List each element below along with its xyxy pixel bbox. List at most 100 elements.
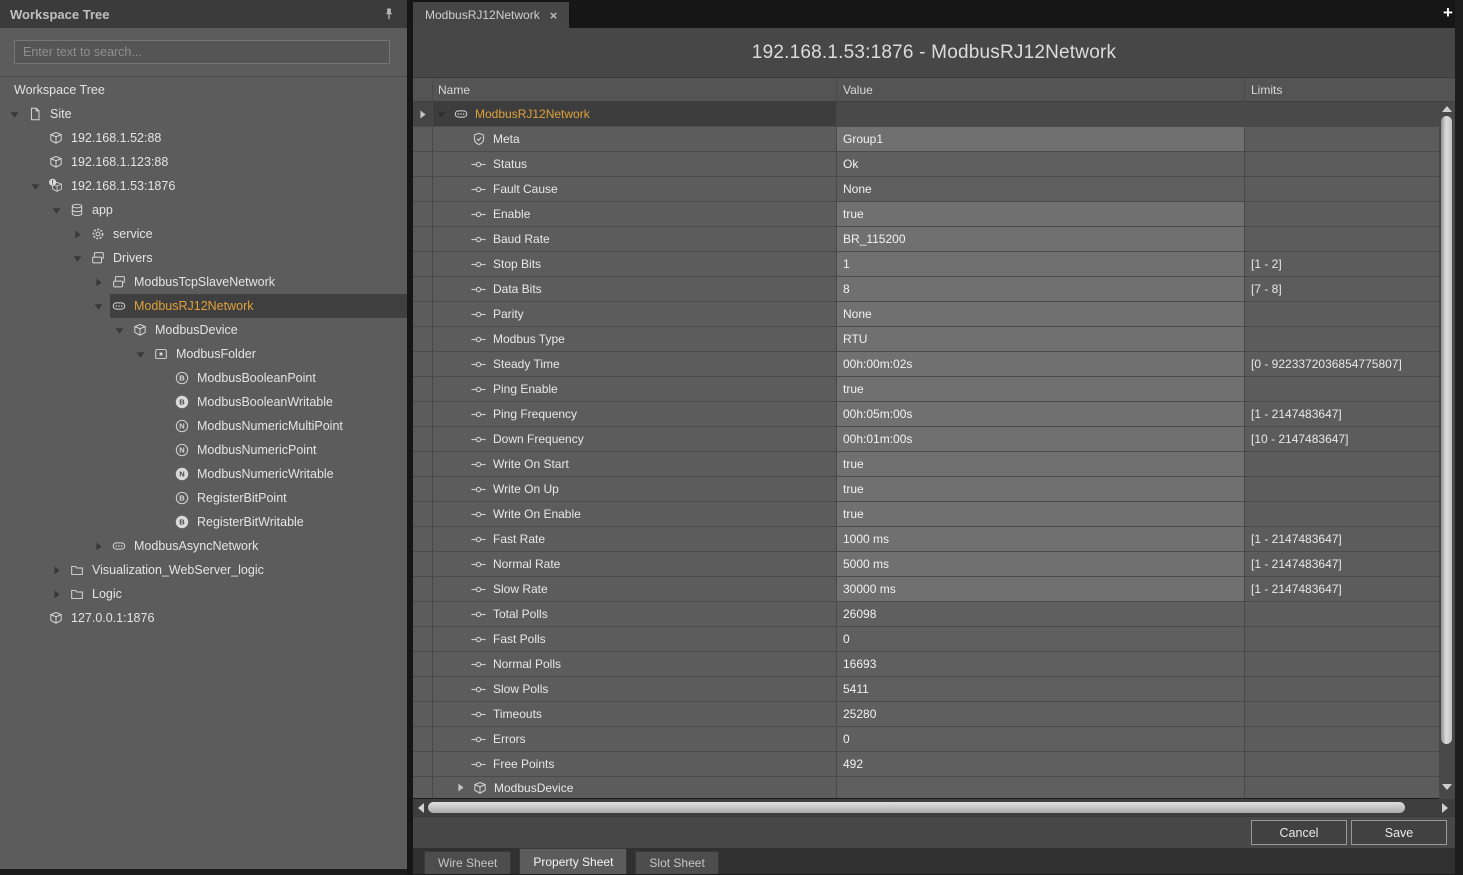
tree-item-127-0-0-1-1876[interactable]: 127.0.0.1:1876	[0, 606, 407, 630]
property-row-enable[interactable]: Enabletrue	[413, 202, 1439, 227]
chevron-right-icon[interactable]	[92, 541, 104, 551]
scroll-left-icon[interactable]	[418, 803, 424, 813]
property-row-slow-polls[interactable]: Slow Polls5411	[413, 677, 1439, 702]
value-cell[interactable]: true	[837, 502, 1245, 526]
property-row-total-polls[interactable]: Total Polls26098	[413, 602, 1439, 627]
tree-item-modbusnumericmultipoint[interactable]: NModbusNumericMultiPoint	[0, 414, 407, 438]
property-row-baud-rate[interactable]: Baud RateBR_115200	[413, 227, 1439, 252]
property-row-parity[interactable]: ParityNone	[413, 302, 1439, 327]
property-row-slow-rate[interactable]: Slow Rate30000 ms[1 - 2147483647]	[413, 577, 1439, 602]
chevron-right-icon[interactable]	[71, 229, 83, 239]
property-row-status[interactable]: StatusOk	[413, 152, 1439, 177]
property-row-modbusdevice[interactable]: ModbusDevice	[413, 777, 1439, 798]
property-row-errors[interactable]: Errors0	[413, 727, 1439, 752]
tree-item-visualization-webserver-logic[interactable]: Visualization_WebServer_logic	[0, 558, 407, 582]
chevron-right-icon[interactable]	[92, 277, 104, 287]
chevron-down-icon[interactable]	[29, 181, 41, 191]
chevron-down-icon[interactable]	[92, 301, 104, 311]
search-input[interactable]	[14, 40, 390, 64]
tree-item-site[interactable]: Site	[0, 102, 407, 126]
tree-item-registerbitwritable[interactable]: BRegisterBitWritable	[0, 510, 407, 534]
chevron-right-icon[interactable]	[456, 783, 465, 792]
chevron-down-icon[interactable]	[71, 253, 83, 263]
row-expander[interactable]	[413, 102, 433, 126]
value-cell[interactable]: true	[837, 452, 1245, 476]
value-cell[interactable]: 00h:05m:00s	[837, 402, 1245, 426]
property-row-free-points[interactable]: Free Points492	[413, 752, 1439, 777]
value-cell[interactable]: RTU	[837, 327, 1245, 351]
property-row-fault-cause[interactable]: Fault CauseNone	[413, 177, 1439, 202]
tree-item-192-168-1-53-1876[interactable]: !192.168.1.53:1876	[0, 174, 407, 198]
chevron-down-icon[interactable]	[437, 110, 446, 119]
tree-item-modbusfolder[interactable]: ModbusFolder	[0, 342, 407, 366]
tree-item-logic[interactable]: Logic	[0, 582, 407, 606]
pin-icon[interactable]	[381, 6, 397, 22]
property-row-ping-enable[interactable]: Ping Enabletrue	[413, 377, 1439, 402]
tab-property-sheet[interactable]: Property Sheet	[519, 848, 627, 874]
tree-item-registerbitpoint[interactable]: BRegisterBitPoint	[0, 486, 407, 510]
property-row-modbus-type[interactable]: Modbus TypeRTU	[413, 327, 1439, 352]
chevron-down-icon[interactable]	[8, 109, 20, 119]
vertical-scroll-thumb[interactable]	[1441, 116, 1452, 744]
property-row-normal-rate[interactable]: Normal Rate5000 ms[1 - 2147483647]	[413, 552, 1439, 577]
value-cell[interactable]: true	[837, 202, 1245, 226]
tab-wire-sheet[interactable]: Wire Sheet	[424, 851, 511, 874]
add-tab-button[interactable]: +	[1437, 3, 1459, 23]
property-row-fast-polls[interactable]: Fast Polls0	[413, 627, 1439, 652]
horizontal-scrollbar[interactable]	[413, 799, 1455, 816]
property-row-timeouts[interactable]: Timeouts25280	[413, 702, 1439, 727]
property-row-fast-rate[interactable]: Fast Rate1000 ms[1 - 2147483647]	[413, 527, 1439, 552]
cancel-button[interactable]: Cancel	[1251, 820, 1347, 845]
tree-item-modbusnumericwritable[interactable]: NModbusNumericWritable	[0, 462, 407, 486]
value-cell[interactable]: 00h:00m:02s	[837, 352, 1245, 376]
tree-item-app[interactable]: app	[0, 198, 407, 222]
value-cell[interactable]: 5000 ms	[837, 552, 1245, 576]
chevron-down-icon[interactable]	[134, 349, 146, 359]
value-cell[interactable]: None	[837, 302, 1245, 326]
tree-item-modbusnumericpoint[interactable]: NModbusNumericPoint	[0, 438, 407, 462]
value-cell[interactable]: 1000 ms	[837, 527, 1245, 551]
scroll-up-icon[interactable]	[1442, 106, 1452, 112]
tree-item-modbusbooleanpoint[interactable]: BModbusBooleanPoint	[0, 366, 407, 390]
save-button[interactable]: Save	[1351, 820, 1447, 845]
property-row-steady-time[interactable]: Steady Time00h:00m:02s[0 - 9223372036854…	[413, 352, 1439, 377]
tab-slot-sheet[interactable]: Slot Sheet	[635, 851, 718, 874]
tab-modbusrj12network[interactable]: ModbusRJ12Network ×	[413, 2, 569, 28]
value-cell[interactable]: 1	[837, 252, 1245, 276]
value-cell[interactable]: 00h:01m:00s	[837, 427, 1245, 451]
chevron-down-icon[interactable]	[50, 205, 62, 215]
tree-item-192-168-1-123-88[interactable]: 192.168.1.123:88	[0, 150, 407, 174]
value-cell[interactable]: true	[837, 377, 1245, 401]
value-cell[interactable]: true	[837, 477, 1245, 501]
vertical-scrollbar[interactable]	[1439, 102, 1455, 799]
property-row-write-on-up[interactable]: Write On Uptrue	[413, 477, 1439, 502]
value-cell[interactable]: Group1	[837, 127, 1245, 151]
tree-item-modbusdevice[interactable]: ModbusDevice	[0, 318, 407, 342]
chevron-right-icon[interactable]	[50, 589, 62, 599]
scroll-right-icon[interactable]	[1442, 803, 1448, 813]
tree-item-modbustcpslavenetwork[interactable]: ModbusTcpSlaveNetwork	[0, 270, 407, 294]
scroll-down-icon[interactable]	[1442, 784, 1452, 790]
tree-item-192-168-1-52-88[interactable]: 192.168.1.52:88	[0, 126, 407, 150]
close-icon[interactable]: ×	[550, 9, 558, 22]
property-row-ping-frequency[interactable]: Ping Frequency00h:05m:00s[1 - 2147483647…	[413, 402, 1439, 427]
value-cell[interactable]: 30000 ms	[837, 577, 1245, 601]
property-row-write-on-enable[interactable]: Write On Enabletrue	[413, 502, 1439, 527]
property-row-normal-polls[interactable]: Normal Polls16693	[413, 652, 1439, 677]
horizontal-scroll-thumb[interactable]	[428, 802, 1405, 813]
property-row-meta[interactable]: MetaGroup1	[413, 127, 1439, 152]
tree-item-drivers[interactable]: Drivers	[0, 246, 407, 270]
tree-item-modbusrj12network[interactable]: ModbusRJ12Network	[0, 294, 407, 318]
property-row-stop-bits[interactable]: Stop Bits1[1 - 2]	[413, 252, 1439, 277]
property-row-modbusrj12network[interactable]: ModbusRJ12Network	[413, 102, 1439, 127]
value-cell[interactable]: 8	[837, 277, 1245, 301]
property-row-write-on-start[interactable]: Write On Starttrue	[413, 452, 1439, 477]
tree-item-modbusbooleanwritable[interactable]: BModbusBooleanWritable	[0, 390, 407, 414]
chevron-right-icon[interactable]	[50, 565, 62, 575]
property-row-data-bits[interactable]: Data Bits8[7 - 8]	[413, 277, 1439, 302]
chevron-down-icon[interactable]	[113, 325, 125, 335]
property-row-down-frequency[interactable]: Down Frequency00h:01m:00s[10 - 214748364…	[413, 427, 1439, 452]
value-cell[interactable]: BR_115200	[837, 227, 1245, 251]
tree-item-service[interactable]: service	[0, 222, 407, 246]
tree-item-modbusasyncnetwork[interactable]: ModbusAsyncNetwork	[0, 534, 407, 558]
